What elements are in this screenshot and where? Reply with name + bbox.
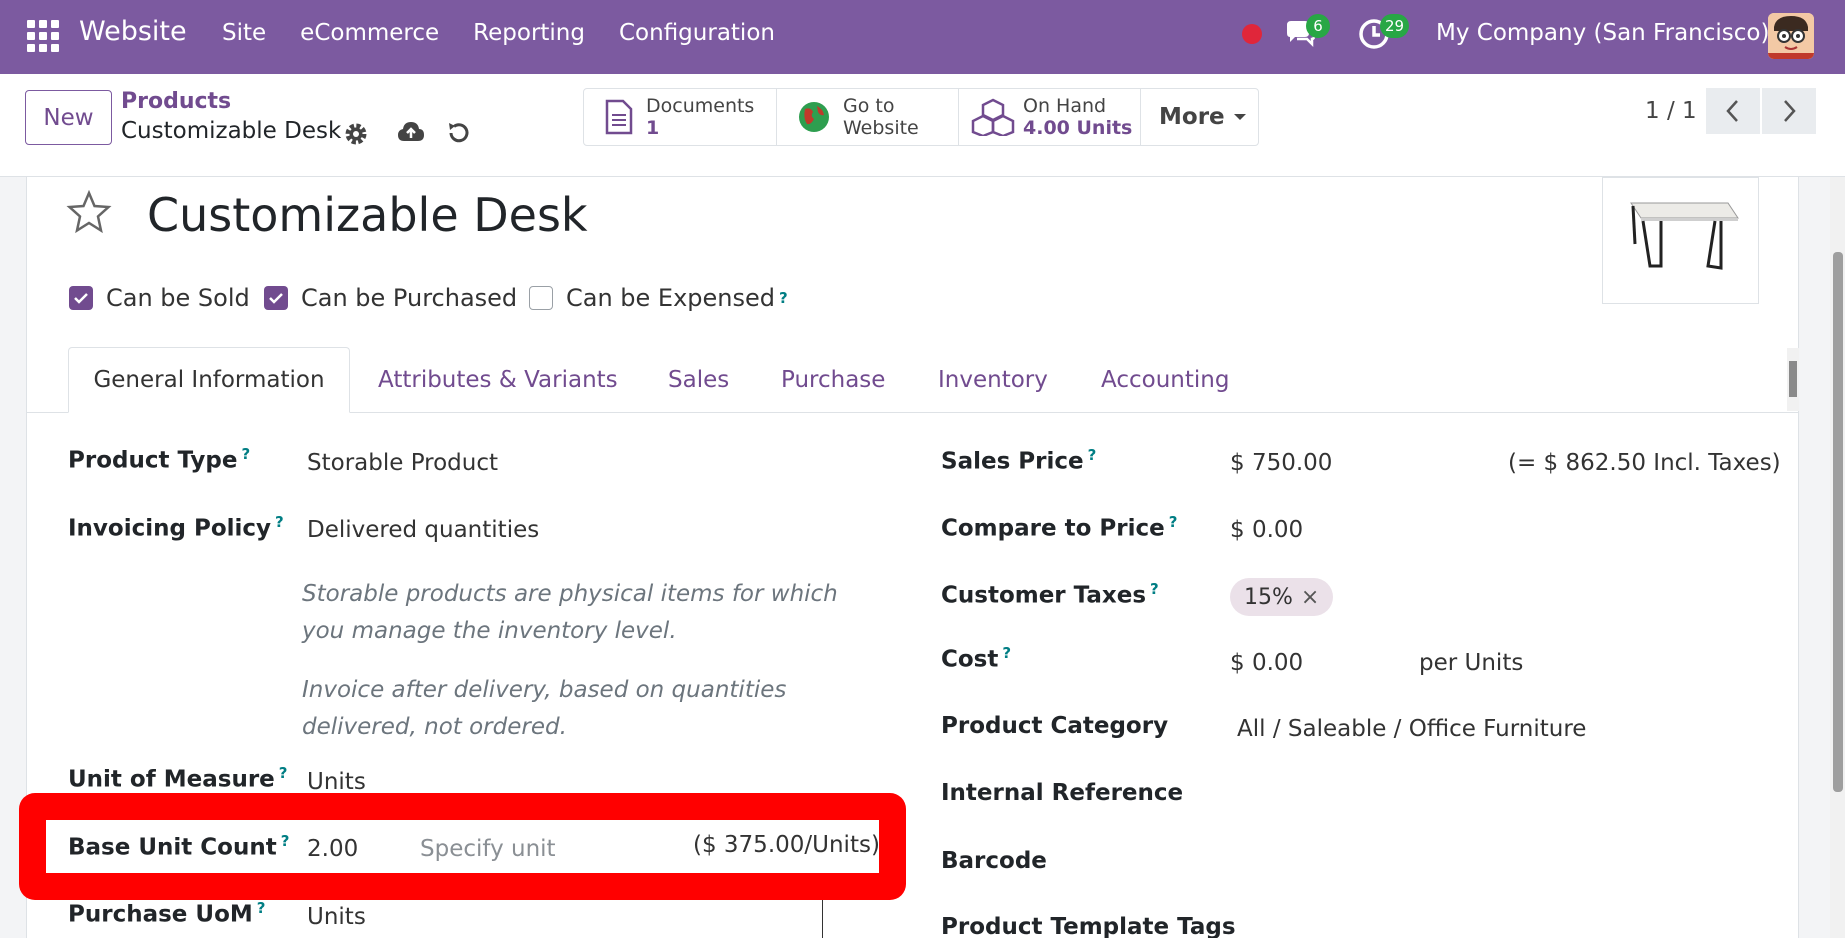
- cost-per-unit: per Units: [1419, 650, 1524, 676]
- purchase-uom-label: Purchase UoM?: [68, 899, 266, 928]
- tax-tag-label: 15%: [1244, 584, 1293, 610]
- product-type-help-note: Storable products are physical items for…: [302, 581, 838, 644]
- breadcrumb-products[interactable]: Products: [121, 89, 231, 114]
- customer-tax-tag[interactable]: 15% ×: [1230, 578, 1334, 616]
- control-panel: New Products Customizable Desk Documents…: [0, 74, 1845, 177]
- invoicing-policy-help-note: Invoice after delivery, based on quantit…: [302, 677, 787, 740]
- page-scrollbar-thumb[interactable]: [1833, 252, 1843, 792]
- tab-purchase[interactable]: Purchase: [781, 347, 885, 413]
- help-tooltip-icon[interactable]: ?: [779, 289, 788, 307]
- pager-previous-button[interactable]: [1706, 88, 1760, 134]
- internal-reference-label: Internal Reference: [941, 780, 1184, 806]
- purchase-uom-field[interactable]: Units: [307, 904, 366, 930]
- product-category-field[interactable]: All / Saleable / Office Furniture: [1237, 716, 1586, 742]
- new-button[interactable]: New: [25, 90, 112, 145]
- top-navbar: Website Site eCommerce Reporting Configu…: [0, 0, 1845, 74]
- checkbox-checked-icon: [69, 286, 93, 310]
- notebook-tabs: General Information Attributes & Variant…: [26, 347, 1799, 413]
- main-menu: Site eCommerce Reporting Configuration: [222, 20, 809, 46]
- unit-of-measure-field[interactable]: Units: [307, 769, 366, 795]
- documents-smart-button[interactable]: Documents 1: [584, 89, 777, 145]
- smart-buttons: Documents 1 Go to Website On Hand 4.00 U…: [583, 88, 1259, 146]
- invoicing-policy-field[interactable]: Delivered quantities: [307, 517, 539, 543]
- gear-icon[interactable]: [343, 121, 369, 147]
- company-switcher[interactable]: My Company (San Francisco): [1436, 20, 1769, 46]
- tab-inventory[interactable]: Inventory: [938, 347, 1048, 413]
- discard-undo-icon[interactable]: [445, 119, 473, 147]
- can-be-purchased-label: Can be Purchased: [301, 284, 518, 312]
- tab-sales[interactable]: Sales: [668, 347, 729, 413]
- desk-image: [1630, 202, 1739, 270]
- menu-configuration[interactable]: Configuration: [619, 20, 775, 46]
- can-be-expensed-checkbox[interactable]: Can be Expensed ?: [529, 284, 788, 312]
- app-name[interactable]: Website: [79, 16, 187, 47]
- customer-taxes-label: Customer Taxes?: [941, 580, 1159, 609]
- pager-next-button[interactable]: [1762, 88, 1816, 134]
- tab-accounting[interactable]: Accounting: [1101, 347, 1229, 413]
- documents-label: Documents: [646, 95, 755, 117]
- menu-site[interactable]: Site: [222, 20, 266, 46]
- website-label-line1: Go to: [843, 95, 895, 117]
- product-template-tags-label: Product Template Tags: [941, 914, 1236, 938]
- can-be-sold-checkbox[interactable]: Can be Sold: [69, 284, 250, 312]
- sales-price-label: Sales Price?: [941, 446, 1097, 475]
- cubes-icon: [971, 98, 1015, 136]
- chevron-left-icon: [1726, 100, 1738, 122]
- cloud-save-icon[interactable]: [396, 119, 426, 147]
- tabs-scrollbar[interactable]: [1787, 348, 1799, 411]
- website-label-line2: Website: [843, 117, 919, 139]
- tab-attributes-variants[interactable]: Attributes & Variants: [378, 347, 618, 413]
- barcode-label: Barcode: [941, 848, 1047, 874]
- favorite-star-icon[interactable]: [66, 190, 112, 234]
- sales-price-field[interactable]: $ 750.00: [1230, 450, 1332, 476]
- product-category-label: Product Category: [941, 713, 1169, 739]
- compare-price-label: Compare to Price?: [941, 513, 1178, 542]
- caret-down-icon: [1233, 114, 1246, 120]
- checkbox-checked-icon: [264, 286, 288, 310]
- messages-count-badge: 6: [1306, 14, 1330, 38]
- product-type-label: Product Type?: [68, 445, 251, 474]
- menu-ecommerce[interactable]: eCommerce: [300, 20, 439, 46]
- invoicing-policy-label: Invoicing Policy?: [68, 513, 284, 542]
- checkbox-unchecked-icon: [529, 286, 553, 310]
- chevron-right-icon: [1784, 100, 1796, 122]
- pager-value[interactable]: 1 / 1: [1645, 98, 1697, 124]
- globe-icon: [799, 102, 829, 132]
- on-hand-value: 4.00 Units: [1023, 117, 1133, 139]
- user-avatar[interactable]: [1768, 13, 1814, 59]
- on-hand-smart-button[interactable]: On Hand 4.00 Units: [959, 89, 1141, 145]
- sales-price-incl-taxes: (= $ 862.50 Incl. Taxes): [1508, 450, 1781, 476]
- product-name[interactable]: Customizable Desk: [147, 188, 588, 242]
- activities-count-badge: 29: [1380, 14, 1410, 38]
- compare-price-field[interactable]: $ 0.00: [1230, 517, 1303, 543]
- cost-field[interactable]: $ 0.00: [1230, 650, 1303, 676]
- more-label: More: [1159, 104, 1225, 130]
- tab-general-information[interactable]: General Information: [68, 347, 350, 413]
- cost-label: Cost?: [941, 644, 1012, 673]
- product-image[interactable]: [1602, 177, 1759, 304]
- field-divider: [822, 898, 823, 938]
- can-be-sold-label: Can be Sold: [106, 284, 250, 312]
- recording-indicator-icon[interactable]: [1242, 24, 1262, 44]
- menu-reporting[interactable]: Reporting: [473, 20, 585, 46]
- go-to-website-smart-button[interactable]: Go to Website: [777, 89, 959, 145]
- highlight-annotation-box: [19, 793, 906, 900]
- breadcrumb-current: Customizable Desk: [121, 118, 342, 144]
- more-dropdown[interactable]: More: [1141, 89, 1258, 145]
- on-hand-label: On Hand: [1023, 95, 1107, 117]
- documents-count: 1: [646, 117, 660, 139]
- unit-of-measure-label: Unit of Measure?: [68, 764, 288, 793]
- apps-grid-icon[interactable]: [27, 20, 59, 52]
- remove-tag-icon[interactable]: ×: [1301, 585, 1319, 610]
- product-type-field[interactable]: Storable Product: [307, 450, 498, 476]
- document-icon: [605, 99, 633, 135]
- can-be-expensed-label: Can be Expensed: [566, 284, 776, 312]
- can-be-purchased-checkbox[interactable]: Can be Purchased: [264, 284, 517, 312]
